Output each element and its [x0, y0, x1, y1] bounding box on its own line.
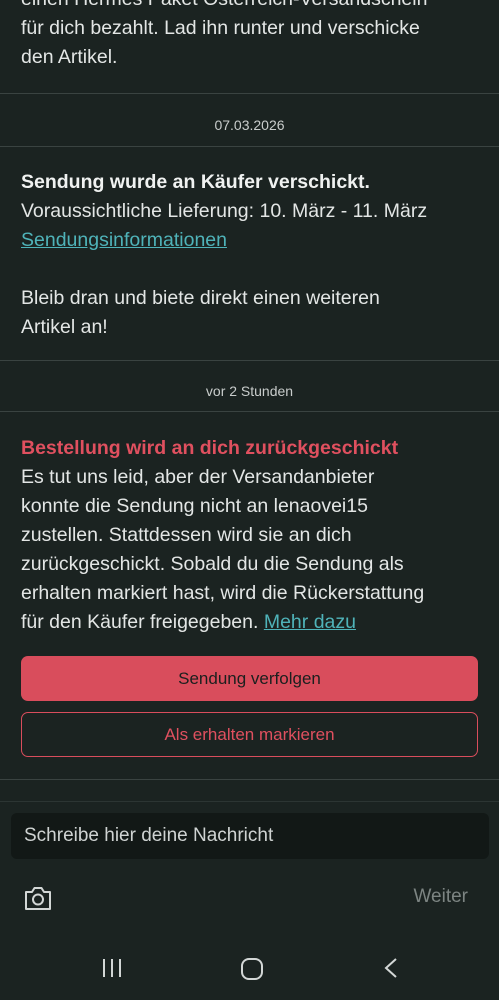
shipment-info-link[interactable]: Sendungsinformationen: [21, 229, 227, 251]
message-title: Bestellung wird an dich zurückgeschickt: [21, 437, 399, 459]
message-line: einen Hermes Paket Österreich-Versandsch…: [21, 0, 478, 14]
divider: [0, 360, 499, 361]
message-title: Sendung wurde an Käufer verschickt.: [21, 171, 370, 193]
recents-icon[interactable]: [101, 957, 123, 979]
date-stamp: vor 2 Stunden: [205, 383, 294, 399]
track-shipment-button[interactable]: Sendung verfolgen: [21, 656, 478, 701]
system-navigation-bar: [0, 940, 499, 1000]
mark-received-button[interactable]: Als erhalten markieren: [21, 712, 478, 757]
divider: [0, 146, 499, 147]
message-line: für den Käufer freigegeben.: [21, 611, 259, 633]
message-shipped: Sendung wurde an Käufer verschickt. Vora…: [0, 168, 499, 342]
message-line: erhalten markiert hast, wird die Rückers…: [21, 582, 425, 604]
more-info-link[interactable]: Mehr dazu: [264, 611, 356, 633]
camera-icon[interactable]: [23, 884, 53, 912]
send-button[interactable]: Weiter: [413, 886, 468, 908]
back-icon[interactable]: [382, 957, 400, 979]
divider: [0, 93, 499, 94]
home-icon[interactable]: [240, 957, 264, 981]
message-line: für dich bezahlt. Lad ihn runter und ver…: [21, 17, 420, 39]
divider: [0, 411, 499, 412]
message-line: zustellen. Stattdessen wird sie an dich: [21, 524, 352, 546]
message-line: Bleib dran und biete direkt einen weiter…: [21, 287, 380, 309]
message-returned: Bestellung wird an dich zurückgeschickt …: [0, 434, 499, 637]
delivery-estimate: Voraussichtliche Lieferung: 10. März - 1…: [21, 200, 428, 222]
message-partial: einen Hermes Paket Österreich-Versandsch…: [0, 0, 499, 72]
date-stamp: 07.03.2026: [214, 117, 285, 133]
message-line: Es tut uns leid, aber der Versandanbiete…: [21, 466, 375, 488]
message-input-placeholder: Schreibe hier deine Nachricht: [24, 825, 274, 846]
message-line: zurückgeschickt. Sobald du die Sendung a…: [21, 553, 404, 575]
message-input[interactable]: Schreibe hier deine Nachricht: [11, 813, 489, 859]
divider: [0, 779, 499, 780]
message-line: Artikel an!: [21, 316, 108, 338]
message-line: konnte die Sendung nicht an lenaovei15: [21, 495, 368, 517]
divider: [0, 801, 499, 802]
message-line: den Artikel.: [21, 46, 118, 68]
